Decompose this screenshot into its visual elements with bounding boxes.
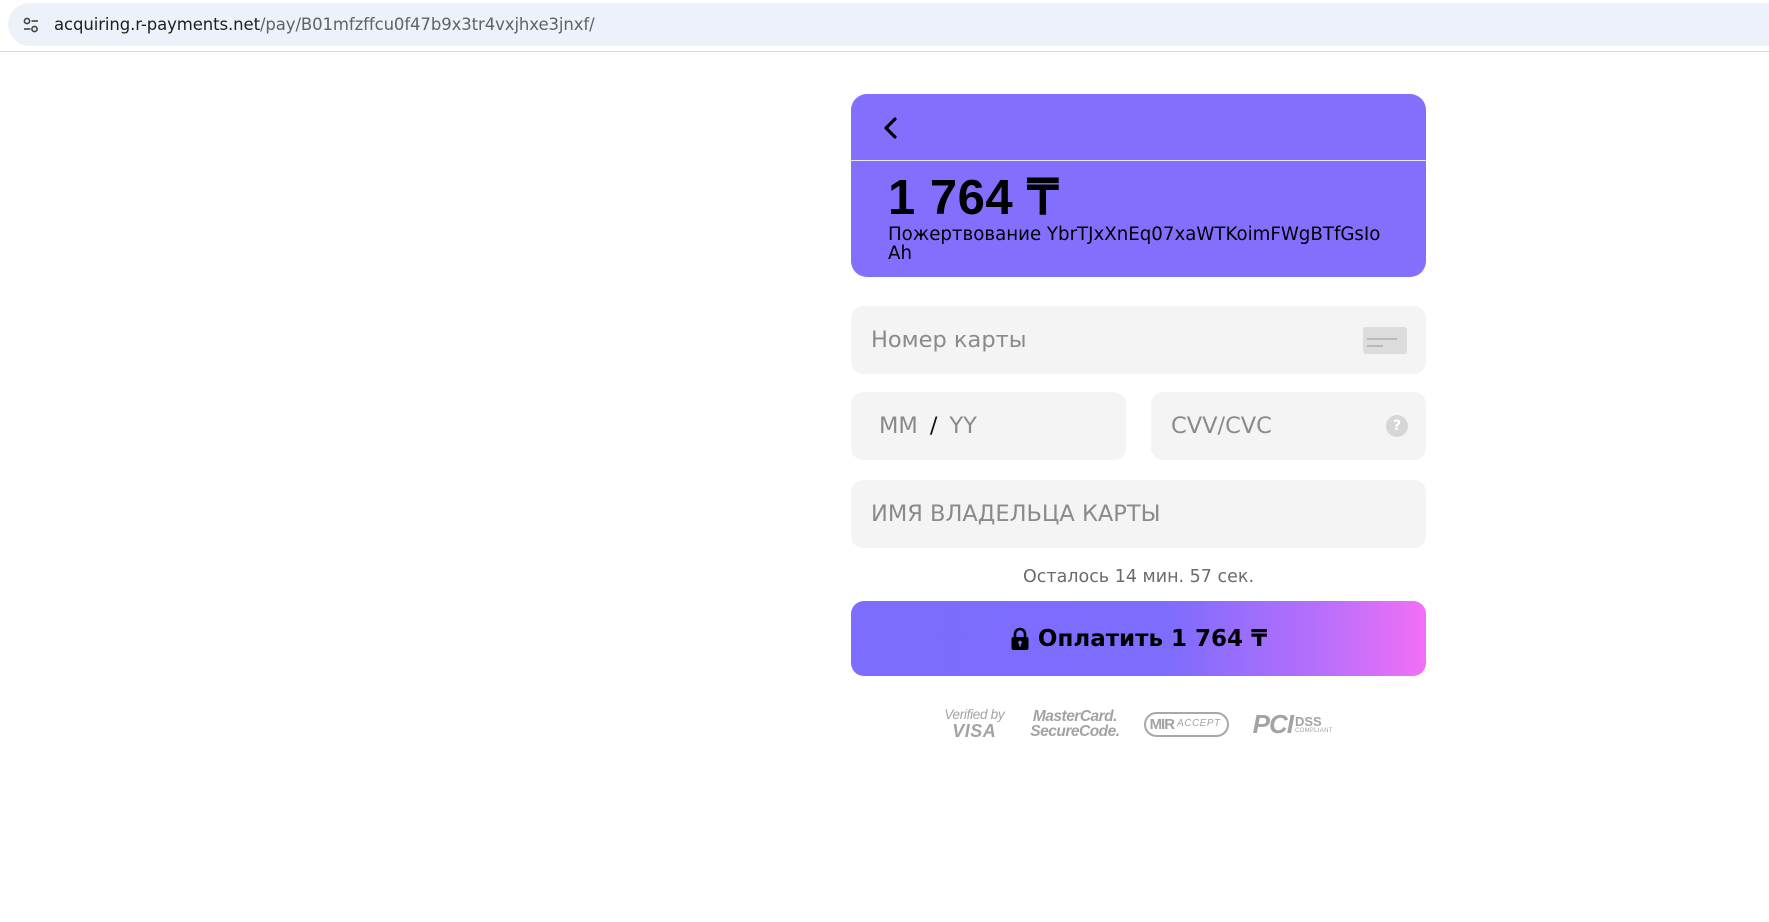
mastercard-securecode-logo: MasterCard. SecureCode. <box>1030 707 1120 740</box>
url-host: acquiring.r-payments.net <box>54 15 260 34</box>
pci-dss-logo: PCI DSS COMPLIANT <box>1253 711 1333 737</box>
lock-icon <box>1010 627 1030 651</box>
back-button[interactable] <box>873 110 909 146</box>
expiry-separator: / <box>929 413 938 439</box>
url-path: /pay/B01mfzffcu0f47b9x3tr4vxjhxe3jnxf/ <box>259 15 595 34</box>
payment-description: Пожертвование YbrTJxXnEq07xaWTKoimFWgBTf… <box>888 224 1381 264</box>
mc-badge-bottom: SecureCode. <box>1030 723 1120 740</box>
mir-accept-logo: MIR ACCEPT <box>1143 711 1229 737</box>
payment-panel: 1 764 ₸ Пожертвование YbrTJxXnEq07xaWTKo… <box>851 94 1426 740</box>
cvv-input[interactable] <box>1151 392 1426 460</box>
card-icon <box>1363 327 1407 354</box>
expiry-year[interactable]: YY <box>949 413 977 439</box>
expiry-field[interactable]: MM / YY <box>851 392 1126 460</box>
pay-button-label: Оплатить 1 764 ₸ <box>1037 625 1268 652</box>
cvv-field[interactable]: ? <box>1151 392 1426 460</box>
visa-badge-top: Verified by <box>944 707 1005 723</box>
pci-badge-compliant: COMPLIANT <box>1294 728 1333 734</box>
cardholder-name-field[interactable] <box>851 480 1426 548</box>
pci-badge-dss: DSS <box>1294 714 1322 729</box>
verified-by-visa-logo: Verified by VISA <box>944 708 1004 740</box>
visa-badge-bottom: VISA <box>952 720 997 741</box>
pay-button[interactable]: Оплатить 1 764 ₸ <box>851 601 1426 676</box>
expiry-input[interactable]: MM / YY <box>879 392 977 460</box>
security-badges: Verified by VISA MasterCard. SecureCode.… <box>851 704 1426 744</box>
mc-badge-top: MasterCard. <box>1032 707 1118 725</box>
url-text[interactable]: acquiring.r-payments.net/pay/B01mfzffcu0… <box>54 15 595 34</box>
help-circle-icon[interactable]: ? <box>1386 415 1408 437</box>
mir-badge-main: MIR <box>1149 715 1175 733</box>
header-top-bar <box>851 94 1426 161</box>
cardholder-name-input[interactable] <box>851 480 1426 548</box>
payment-header: 1 764 ₸ Пожертвование YbrTJxXnEq07xaWTKo… <box>851 94 1426 277</box>
session-timer: Осталось 14 мин. 57 сек. <box>1022 567 1255 587</box>
pci-badge-main: PCI <box>1252 709 1294 739</box>
card-number-field[interactable] <box>851 306 1426 374</box>
omnibox[interactable]: acquiring.r-payments.net/pay/B01mfzffcu0… <box>8 3 1769 46</box>
expiry-month[interactable]: MM <box>879 413 918 439</box>
mir-badge-sub: ACCEPT <box>1177 718 1221 729</box>
browser-address-bar: acquiring.r-payments.net/pay/B01mfzffcu0… <box>0 0 1769 52</box>
site-info-icon[interactable] <box>18 12 44 38</box>
payment-amount: 1 764 ₸ <box>888 171 1059 225</box>
card-number-input[interactable] <box>851 306 1426 374</box>
chevron-left-icon <box>884 117 897 139</box>
